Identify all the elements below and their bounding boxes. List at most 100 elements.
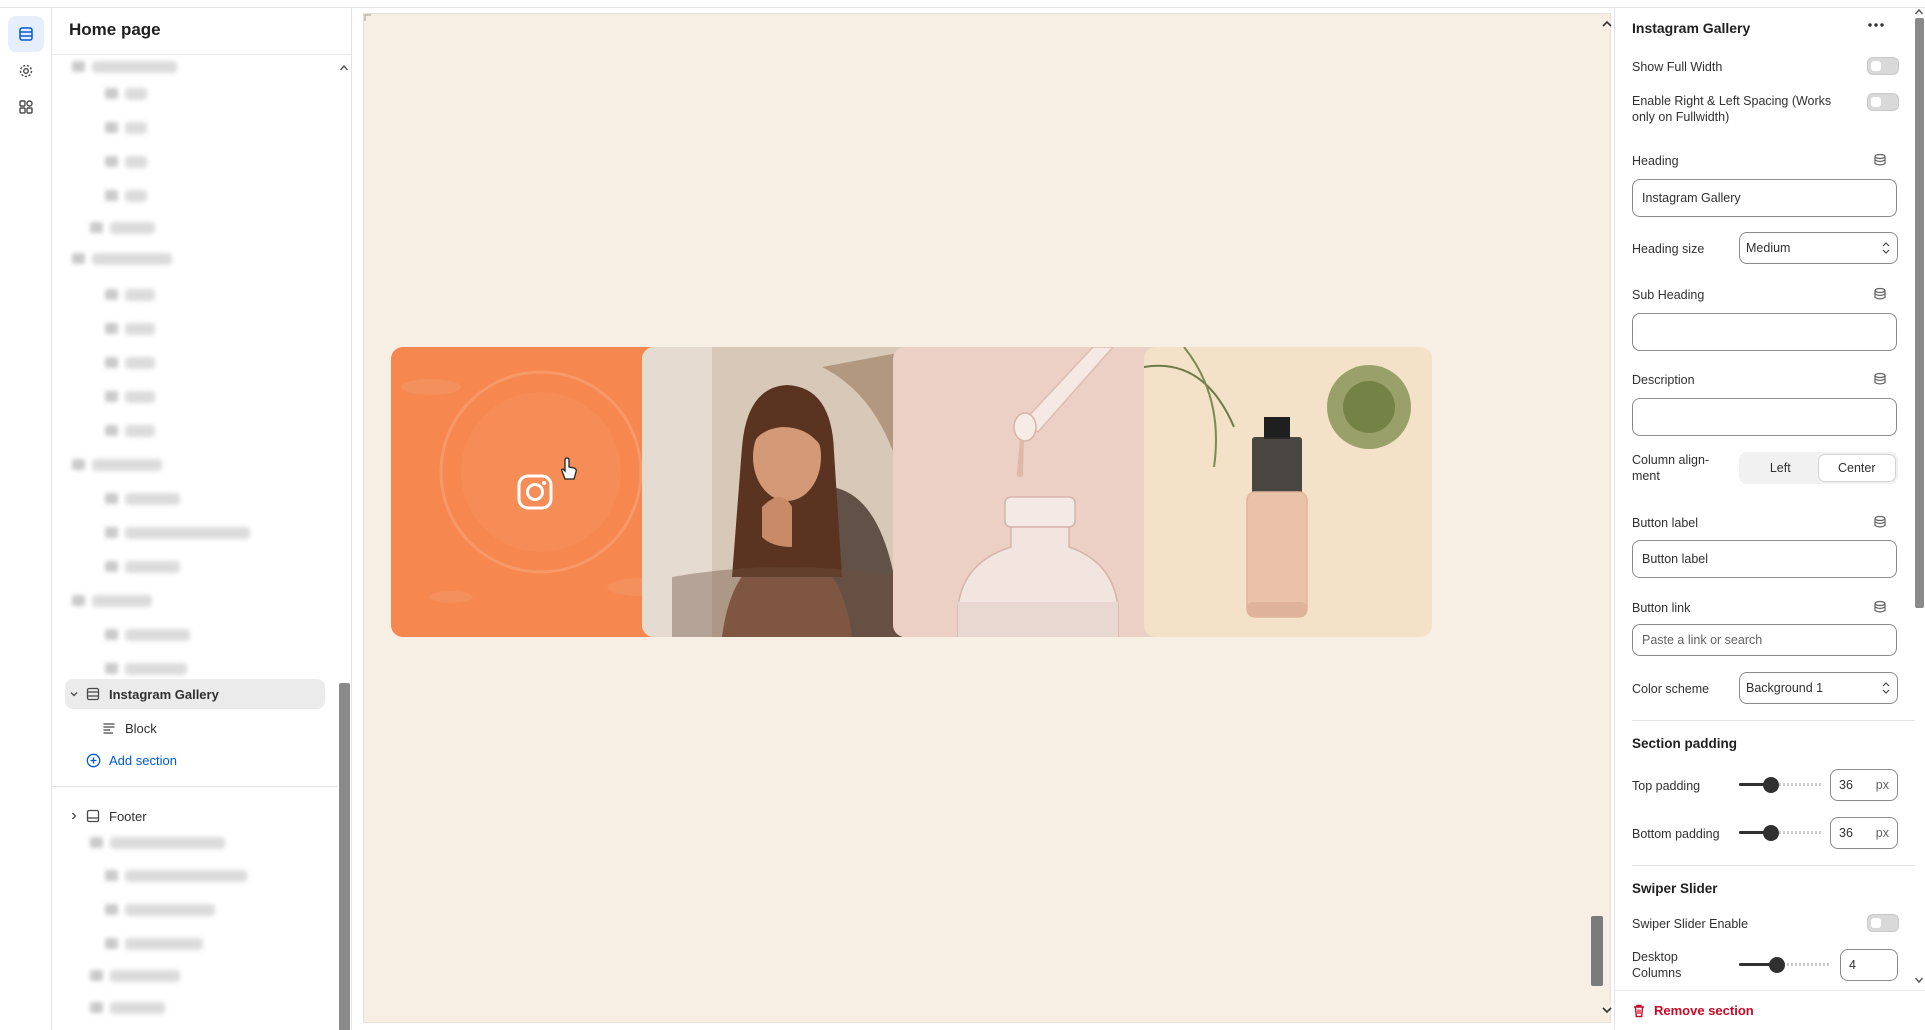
more-options-icon[interactable] <box>1867 18 1885 33</box>
gallery-image-foundation-bottle[interactable] <box>1144 347 1432 637</box>
sections-icon[interactable] <box>8 16 44 52</box>
heading-label: Heading <box>1632 154 1679 168</box>
bottle-illustration <box>1144 347 1411 618</box>
swiper-enable-label: Swiper Slider Enable <box>1632 917 1749 931</box>
desktop-columns-slider[interactable] <box>1739 957 1831 973</box>
settings-panel: Instagram Gallery Show Full Width Enable… <box>1614 8 1925 1030</box>
blurred-item <box>105 527 118 538</box>
preview-canvas <box>353 8 1614 1030</box>
sub-heading-input[interactable] <box>1632 313 1897 351</box>
blurred-item <box>125 156 147 168</box>
slider-knob[interactable] <box>1763 825 1779 841</box>
tree-item-instagram-gallery[interactable]: Instagram Gallery <box>65 679 325 709</box>
scroll-down-icon[interactable] <box>1601 1006 1613 1014</box>
canvas-scroll-thumb[interactable] <box>1591 916 1603 986</box>
settings-footer: Remove section <box>1615 990 1925 1030</box>
scroll-up-icon[interactable] <box>339 64 349 72</box>
theme-editor: Home page Instagram Gallery Block Add se… <box>0 0 1925 1030</box>
align-left-option[interactable]: Left <box>1742 455 1819 481</box>
blurred-item <box>92 595 152 607</box>
scroll-up-icon[interactable] <box>1601 20 1613 28</box>
enable-spacing-toggle[interactable] <box>1867 93 1899 111</box>
blurred-item <box>110 970 180 982</box>
settings-scroll-thumb[interactable] <box>1915 18 1924 608</box>
dynamic-source-icon[interactable] <box>1873 287 1887 301</box>
desktop-columns-label-line1: Desktop <box>1632 950 1678 964</box>
blurred-item <box>125 289 155 301</box>
select-chevrons-icon <box>1882 242 1890 254</box>
add-section-label: Add section <box>109 752 177 768</box>
dynamic-source-icon[interactable] <box>1873 515 1887 529</box>
button-label-input[interactable]: Button label <box>1632 540 1897 578</box>
desktop-columns-label: Desktop Columns <box>1632 949 1681 981</box>
color-scheme-select[interactable]: Background 1 <box>1739 672 1898 704</box>
select-chevrons-icon <box>1882 682 1890 694</box>
blurred-item <box>125 425 155 437</box>
dynamic-source-icon[interactable] <box>1873 153 1887 167</box>
top-padding-unit: px <box>1875 778 1889 792</box>
blurred-item <box>105 391 118 402</box>
gallery-image-woman[interactable] <box>642 347 930 637</box>
gallery-image-dropper-bottle[interactable] <box>893 347 1181 637</box>
heading-input[interactable]: Instagram Gallery <box>1632 179 1897 217</box>
apps-icon[interactable] <box>8 89 44 125</box>
gear-icon[interactable] <box>8 53 44 89</box>
add-section-button[interactable]: Add section <box>83 745 177 775</box>
chevron-right-icon[interactable] <box>65 811 83 821</box>
dynamic-source-icon[interactable] <box>1873 600 1887 614</box>
bottom-padding-slider[interactable] <box>1739 825 1821 841</box>
heading-size-select[interactable]: Medium <box>1739 232 1898 264</box>
slider-knob[interactable] <box>1763 777 1779 793</box>
scroll-down-icon[interactable] <box>1914 976 1924 984</box>
blurred-item <box>125 493 180 505</box>
tree-scroll-thumb[interactable] <box>339 683 350 1030</box>
bottom-padding-number-input[interactable]: 36 px <box>1830 817 1898 849</box>
remove-section-button[interactable]: Remove section <box>1632 1003 1754 1018</box>
dropper-illustration <box>957 347 1119 637</box>
swiper-slider-heading: Swiper Slider <box>1632 881 1718 896</box>
swiper-enable-toggle[interactable] <box>1867 914 1899 932</box>
footer-icon <box>83 809 103 823</box>
chevron-down-icon[interactable] <box>65 689 83 699</box>
section-padding-heading: Section padding <box>1632 736 1738 751</box>
slider-knob[interactable] <box>1769 957 1785 973</box>
blurred-item <box>105 870 118 881</box>
column-alignment-label-line1: Column align- <box>1632 453 1710 467</box>
blurred-item <box>105 156 118 167</box>
section-icon <box>83 687 103 701</box>
blurred-item <box>72 61 85 72</box>
tree-item-block[interactable]: Block <box>99 713 157 743</box>
button-link-input[interactable]: Paste a link or search <box>1632 624 1897 656</box>
blurred-item <box>105 323 118 334</box>
heading-input-value: Instagram Gallery <box>1642 191 1741 205</box>
top-padding-number-input[interactable]: 36 px <box>1830 769 1898 801</box>
tree-item-label: Footer <box>109 808 147 824</box>
dynamic-source-icon[interactable] <box>1873 372 1887 386</box>
trash-icon <box>1634 1004 1644 1018</box>
scroll-up-icon[interactable] <box>1914 8 1924 16</box>
button-link-placeholder: Paste a link or search <box>1642 633 1763 647</box>
desktop-columns-number-input[interactable]: 4 <box>1840 949 1898 981</box>
top-padding-slider[interactable] <box>1739 777 1821 793</box>
blurred-item <box>92 61 177 73</box>
blurred-item <box>125 190 147 202</box>
blurred-item <box>110 1002 165 1014</box>
text-block-icon <box>99 721 119 735</box>
button-label-input-value: Button label <box>1642 552 1709 566</box>
store-preview[interactable] <box>363 13 1613 1023</box>
align-center-option[interactable]: Center <box>1818 455 1895 481</box>
blurred-item <box>105 289 118 300</box>
column-alignment-label: Column align- ment <box>1632 452 1709 484</box>
column-alignment-segmented[interactable]: Left Center <box>1739 452 1898 484</box>
remove-section-label: Remove section <box>1654 1003 1754 1018</box>
tree-item-footer[interactable]: Footer <box>65 801 147 831</box>
enable-spacing-label: Enable Right & Left Spacing (Works only … <box>1632 93 1831 125</box>
color-scheme-value: Background 1 <box>1746 681 1824 695</box>
instagram-tile[interactable] <box>391 347 679 637</box>
desktop-columns-label-line2: Columns <box>1632 966 1682 980</box>
blurred-item <box>125 88 147 100</box>
blurred-item <box>110 837 225 849</box>
description-input[interactable] <box>1632 398 1897 436</box>
show-full-width-toggle[interactable] <box>1867 57 1899 75</box>
blurred-item <box>72 595 85 606</box>
